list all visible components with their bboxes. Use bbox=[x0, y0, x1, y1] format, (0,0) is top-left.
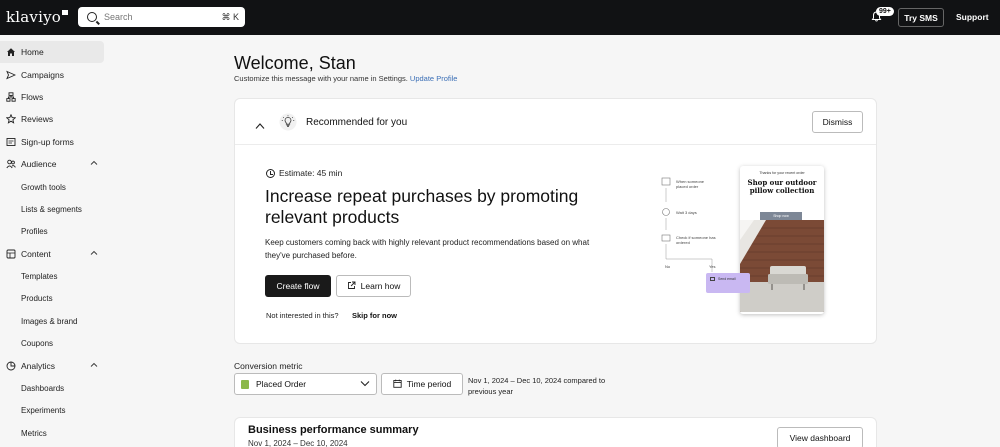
sidebar-item-content[interactable]: Content bbox=[0, 243, 104, 265]
estimate: Estimate: 45 min bbox=[266, 168, 342, 178]
chevron-up-icon[interactable] bbox=[90, 249, 98, 257]
time-period-button[interactable]: Time period bbox=[381, 373, 463, 395]
learn-how-button[interactable]: Learn how bbox=[336, 275, 411, 297]
chevron-up-icon[interactable] bbox=[90, 361, 98, 369]
notification-badge: 99+ bbox=[876, 7, 894, 16]
business-performance-date: Nov 1, 2024 – Dec 10, 2024 bbox=[248, 439, 348, 447]
dismiss-button[interactable]: Dismiss bbox=[812, 111, 863, 133]
shopify-icon bbox=[241, 379, 249, 389]
sidebar-item-analytics[interactable]: Analytics bbox=[0, 355, 104, 377]
sidebar-sub-profiles[interactable]: Profiles bbox=[21, 227, 48, 236]
logo-flag-icon bbox=[62, 10, 69, 15]
megaphone-icon bbox=[6, 70, 16, 80]
chevron-up-icon[interactable] bbox=[255, 117, 265, 129]
search-icon bbox=[87, 12, 97, 22]
business-performance-title: Business performance summary bbox=[248, 424, 419, 436]
sidebar-item-home[interactable]: Home bbox=[0, 41, 104, 63]
search-box[interactable]: ⌘ K bbox=[78, 7, 245, 27]
recommendation-description: Keep customers coming back with highly r… bbox=[265, 238, 590, 260]
sidebar-sub-images-brand[interactable]: Images & brand bbox=[21, 317, 77, 326]
sidebar: Home Campaigns Flows Reviews Sign-up for… bbox=[0, 35, 110, 447]
flows-icon bbox=[6, 92, 16, 102]
view-dashboard-button[interactable]: View dashboard bbox=[777, 427, 863, 447]
search-shortcut: ⌘ K bbox=[221, 11, 239, 22]
sidebar-sub-experiments[interactable]: Experiments bbox=[21, 406, 65, 415]
email-preview-button: Shop now bbox=[760, 212, 802, 220]
sidebar-sub-metrics[interactable]: Metrics bbox=[21, 429, 47, 438]
welcome-subtitle: Customize this message with your name in… bbox=[234, 74, 458, 83]
form-icon bbox=[6, 137, 16, 147]
people-icon bbox=[6, 159, 16, 169]
recommendation-headline: Increase repeat purchases by promoting r… bbox=[265, 186, 579, 227]
clock-icon bbox=[266, 168, 275, 178]
external-link-icon bbox=[347, 281, 356, 292]
home-icon bbox=[6, 47, 16, 57]
flow-illustration: When someone placed order Wait 3 days Ch… bbox=[656, 164, 826, 316]
page-title: Welcome, Stan bbox=[234, 53, 356, 73]
sidebar-item-signup-forms[interactable]: Sign-up forms bbox=[0, 131, 104, 153]
content-icon bbox=[6, 249, 16, 259]
flow-node-split: Check if someone has ordered bbox=[676, 235, 716, 245]
sidebar-item-reviews[interactable]: Reviews bbox=[0, 108, 104, 130]
email-preview-title: Shop our outdoor pillow collection bbox=[747, 178, 817, 195]
star-icon bbox=[6, 114, 16, 124]
not-interested-text: Not interested in this? bbox=[266, 311, 339, 320]
lightbulb-icon bbox=[279, 113, 297, 136]
sidebar-sub-lists-segments[interactable]: Lists & segments bbox=[21, 205, 82, 214]
date-range-text: Nov 1, 2024 – Dec 10, 2024 compared to p… bbox=[468, 376, 606, 396]
sidebar-sub-templates[interactable]: Templates bbox=[21, 272, 57, 281]
sidebar-sub-growth-tools[interactable]: Growth tools bbox=[21, 183, 66, 192]
sidebar-sub-products[interactable]: Products bbox=[21, 294, 53, 303]
sidebar-item-campaigns[interactable]: Campaigns bbox=[0, 64, 104, 86]
send-email-node: Send email bbox=[706, 273, 750, 293]
calendar-icon bbox=[393, 379, 402, 390]
flow-branch-yes: Yes bbox=[709, 264, 716, 269]
conversion-metric-select[interactable]: Placed Order bbox=[234, 373, 377, 395]
sidebar-sub-coupons[interactable]: Coupons bbox=[21, 339, 53, 348]
search-input[interactable] bbox=[104, 12, 214, 22]
conversion-metric-label: Conversion metric bbox=[234, 361, 303, 371]
mail-icon bbox=[710, 277, 715, 282]
outdoor-pillow-image bbox=[740, 220, 824, 312]
skip-for-now-link[interactable]: Skip for now bbox=[352, 311, 397, 320]
recommended-title: Recommended for you bbox=[306, 117, 408, 128]
flow-branch-no: No bbox=[665, 264, 671, 269]
flow-node-wait: Wait 3 days bbox=[676, 210, 697, 215]
sidebar-item-flows[interactable]: Flows bbox=[0, 86, 104, 108]
top-bar: klaviyo ⌘ K 99+ Try SMS Support bbox=[0, 0, 1000, 35]
email-preview: Thanks for your recent order Shop our ou… bbox=[740, 166, 824, 314]
sidebar-sub-dashboards[interactable]: Dashboards bbox=[21, 384, 64, 393]
create-flow-button[interactable]: Create flow bbox=[265, 275, 331, 297]
update-profile-link[interactable]: Update Profile bbox=[410, 74, 458, 83]
try-sms-button[interactable]: Try SMS bbox=[898, 8, 944, 27]
chevron-up-icon[interactable] bbox=[90, 159, 98, 167]
email-preview-thanks: Thanks for your recent order bbox=[759, 171, 805, 175]
analytics-icon bbox=[6, 361, 16, 371]
flow-node-trigger: When someone placed order bbox=[676, 179, 705, 189]
chevron-down-icon bbox=[360, 379, 370, 389]
sidebar-item-audience[interactable]: Audience bbox=[0, 153, 104, 175]
support-link[interactable]: Support bbox=[956, 12, 989, 22]
klaviyo-logo[interactable]: klaviyo bbox=[6, 8, 69, 26]
